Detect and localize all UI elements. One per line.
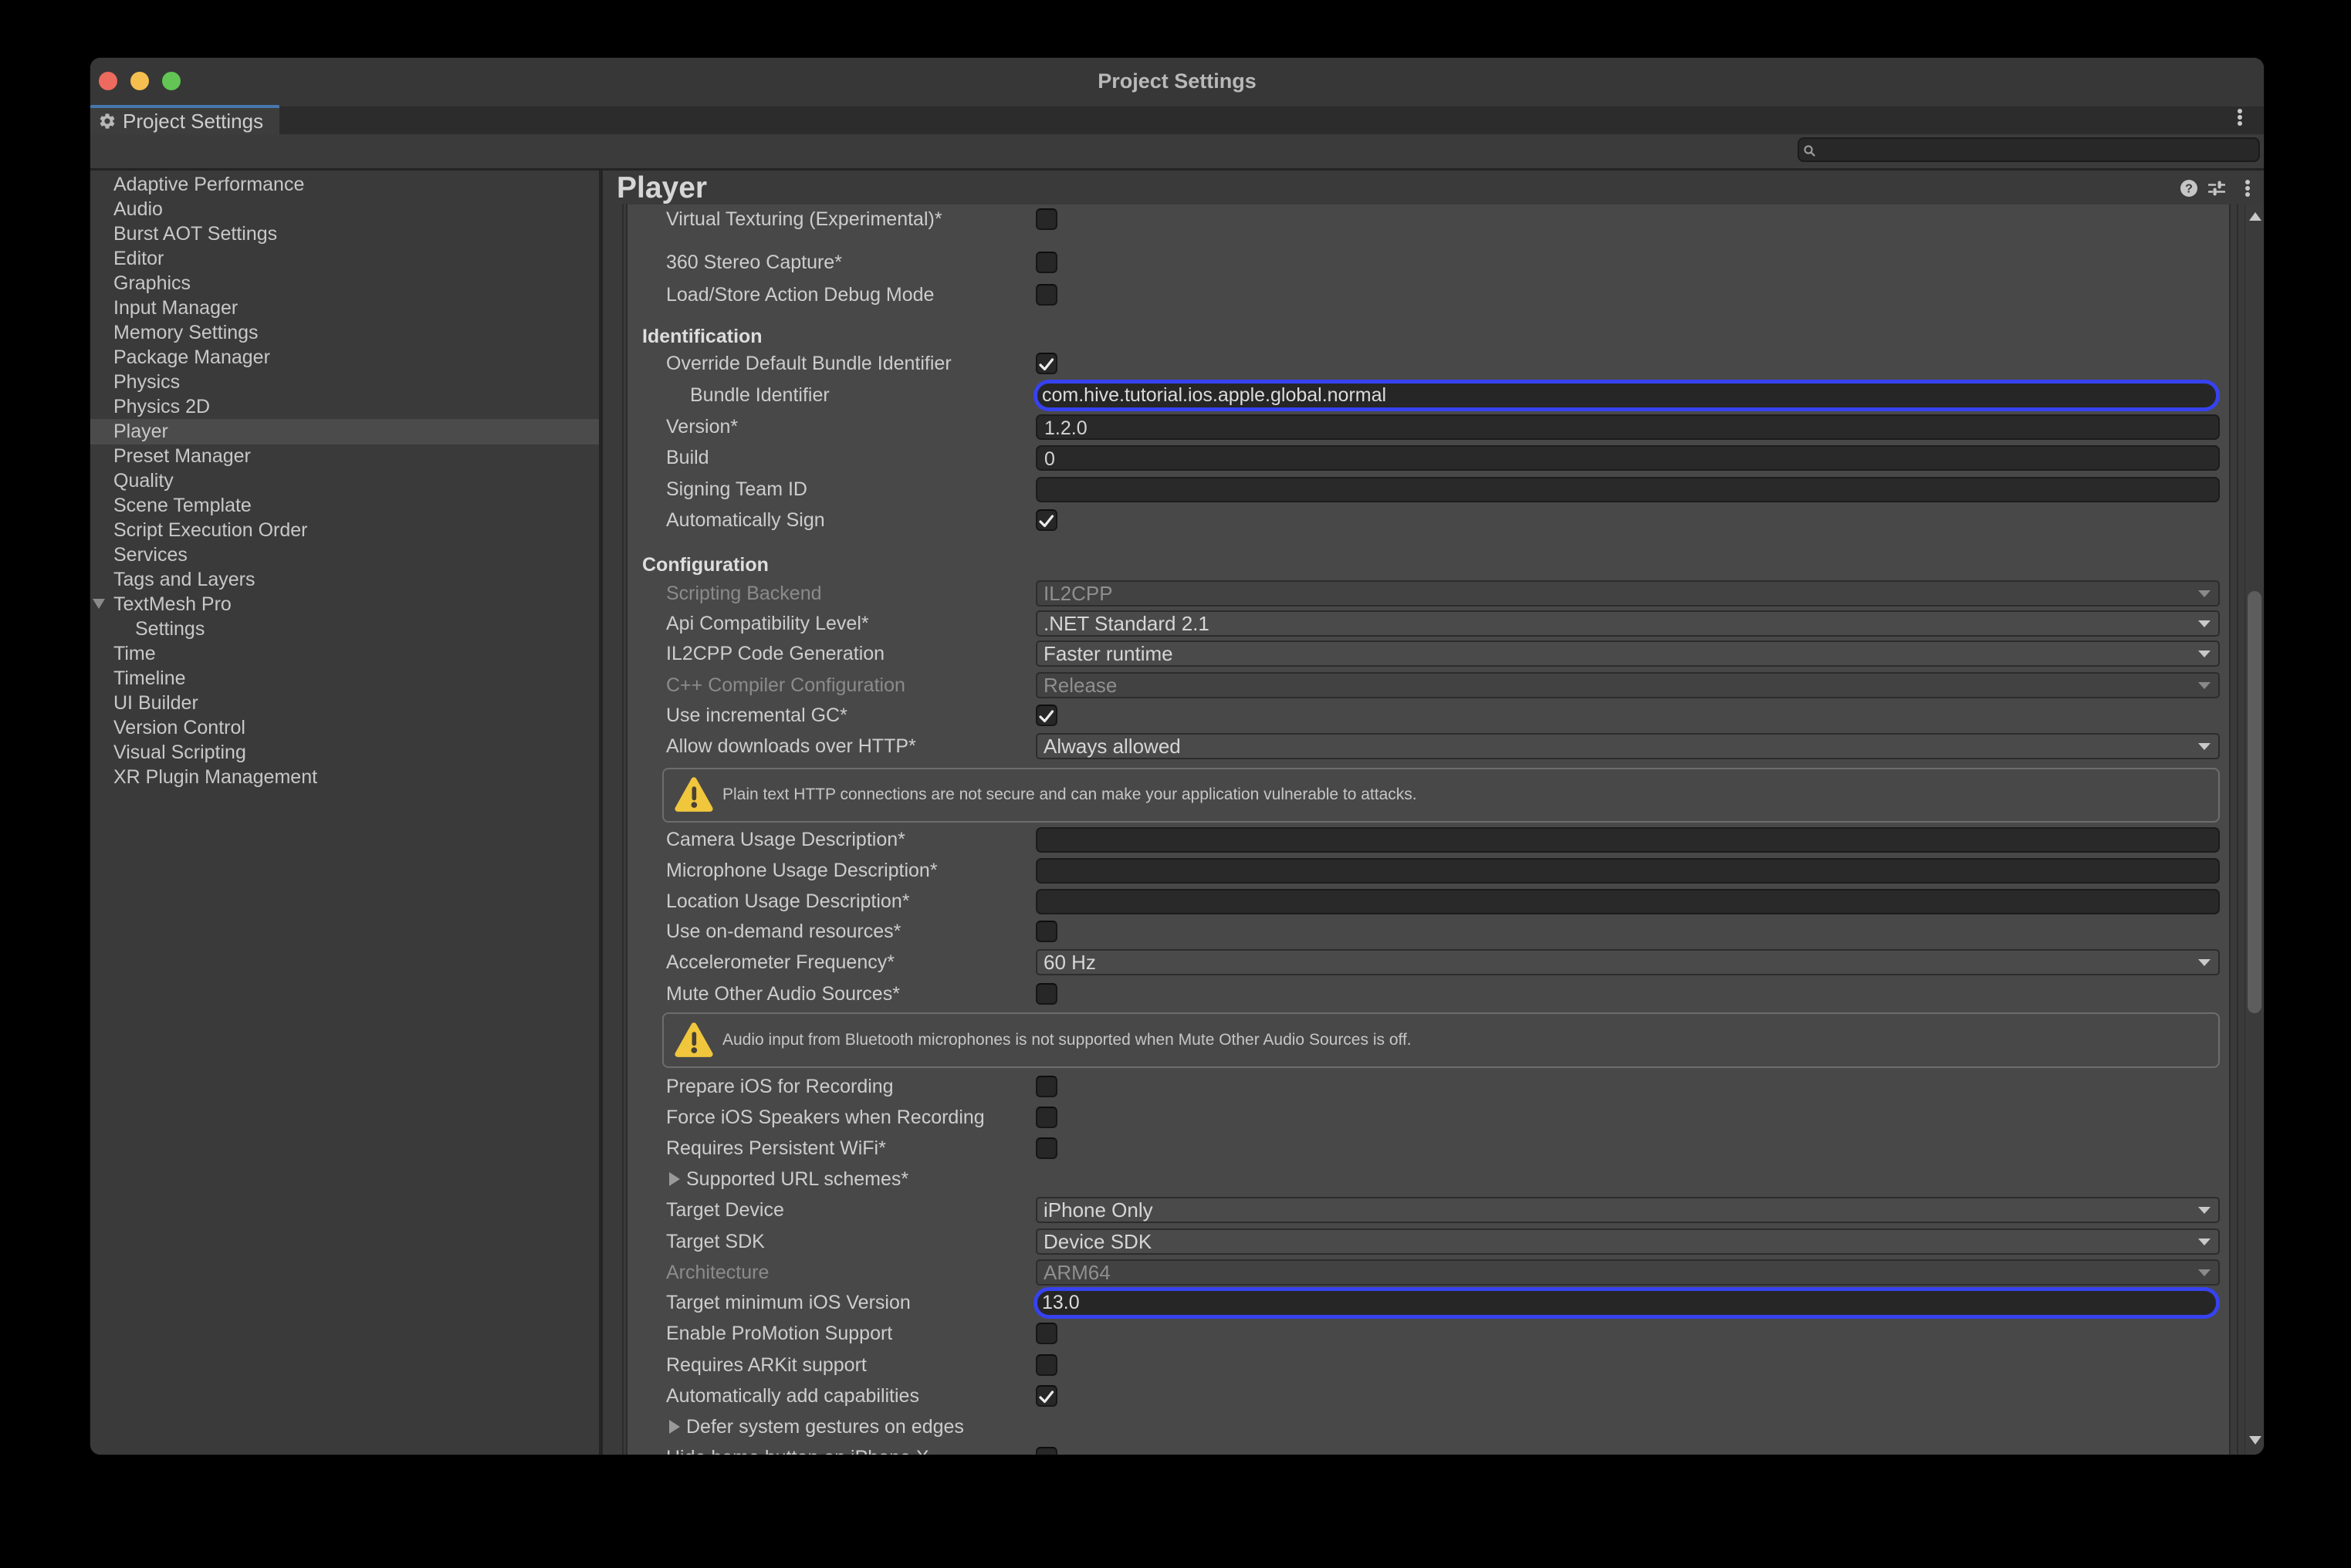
svg-text:?: ?	[2185, 183, 2193, 196]
